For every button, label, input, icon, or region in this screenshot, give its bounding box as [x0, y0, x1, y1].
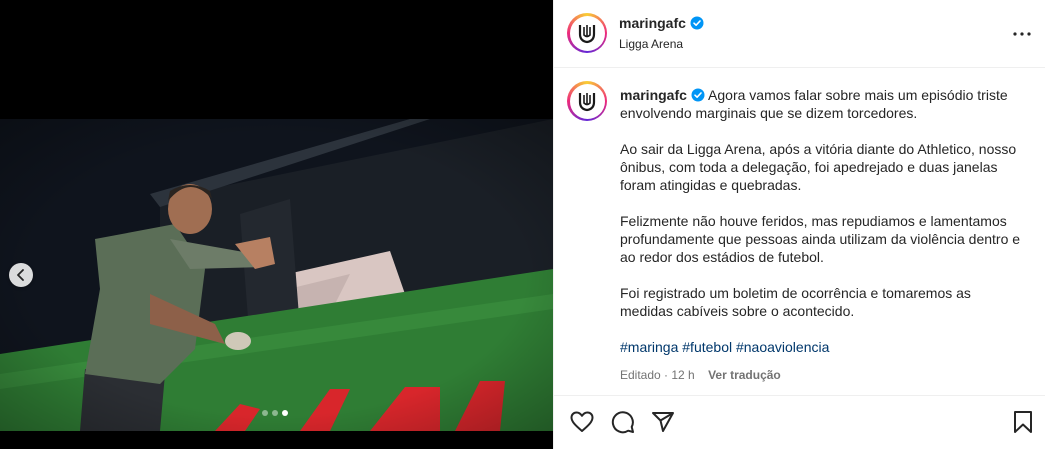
hashtag-link[interactable]: #maringa [620, 339, 678, 355]
carousel-dot [272, 410, 278, 416]
like-button[interactable] [569, 409, 595, 435]
header-username[interactable]: maringafc [619, 15, 686, 31]
header-user: maringafc [619, 15, 704, 31]
post-photo [0, 119, 553, 431]
share-icon [652, 412, 674, 432]
comment-icon [611, 411, 634, 434]
verified-badge-icon [690, 16, 704, 30]
edited-timestamp[interactable]: Editado · 12 h [620, 368, 695, 382]
post-actions [554, 395, 1045, 449]
translate-link[interactable]: Ver tradução [708, 368, 781, 382]
carousel-dot [262, 410, 268, 416]
comment-button[interactable] [610, 409, 636, 435]
location-link[interactable]: Ligga Arena [619, 37, 683, 51]
more-horizontal-icon [1013, 32, 1031, 36]
club-logo-icon [578, 93, 596, 112]
post-header: maringafc Ligga Arena [554, 0, 1045, 68]
post-sidebar: maringafc Ligga Arena maringafc Agora va… [553, 0, 1045, 449]
hashtag-link[interactable]: #naoaviolencia [736, 339, 829, 355]
caption-paragraph: Ao sair da Ligga Arena, após a vitória d… [620, 141, 1017, 193]
heart-icon [570, 411, 594, 432]
bookmark-icon [1014, 411, 1032, 433]
club-logo-icon [578, 25, 596, 44]
caption-paragraph: Felizmente não houve feridos, mas repudi… [620, 213, 1021, 265]
caption-meta: Editado · 12 h Ver tradução [620, 366, 1025, 384]
more-options-button[interactable] [1010, 22, 1034, 46]
caption-body: maringafc Agora vamos falar sobre mais u… [620, 86, 1025, 384]
share-button[interactable] [650, 409, 676, 435]
save-button[interactable] [1010, 409, 1036, 435]
hashtags: #maringa #futebol #naoaviolencia [620, 338, 1025, 356]
photo-illustration [0, 119, 553, 431]
post-caption: maringafc Agora vamos falar sobre mais u… [554, 68, 1045, 395]
chevron-left-icon [17, 269, 24, 281]
carousel-dot-active [282, 410, 288, 416]
avatar[interactable] [567, 13, 607, 53]
caption-paragraph: Foi registrado um boletim de ocorrência … [620, 285, 971, 319]
post-media[interactable] [0, 0, 553, 449]
caption-username[interactable]: maringafc [620, 87, 687, 103]
hashtag-link[interactable]: #futebol [682, 339, 732, 355]
carousel-indicator [262, 410, 288, 416]
previous-media-button[interactable] [9, 263, 33, 287]
verified-badge-icon [691, 88, 705, 102]
caption-avatar[interactable] [567, 81, 607, 121]
